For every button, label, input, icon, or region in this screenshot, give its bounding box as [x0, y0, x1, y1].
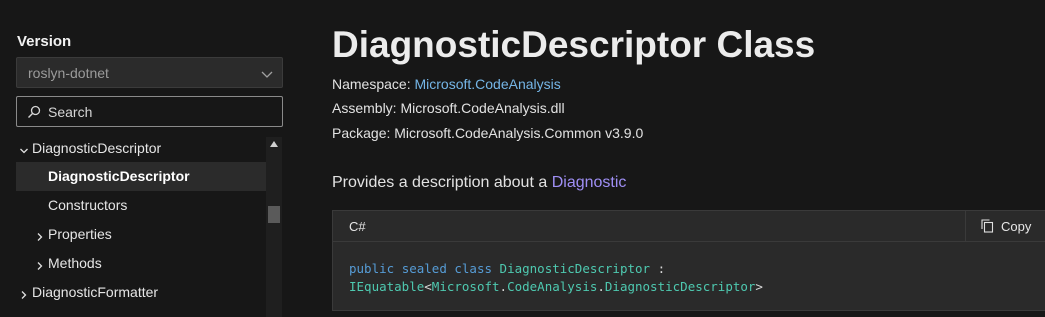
- code-type: Microsoft: [431, 279, 500, 294]
- search-placeholder: Search: [48, 104, 93, 120]
- toc-item-diagnosticdescriptor-class[interactable]: DiagnosticDescriptor: [16, 162, 266, 191]
- version-label: Version: [17, 33, 72, 50]
- code-type: IEquatable: [349, 279, 425, 294]
- version-select-value: roslyn-dotnet: [28, 65, 109, 81]
- search-input[interactable]: Search: [16, 96, 283, 127]
- chevron-right-icon: [35, 229, 45, 241]
- toc-scrollbar[interactable]: [266, 137, 282, 317]
- code-snippet: public sealed class DiagnosticDescriptor…: [349, 260, 763, 296]
- package-label: Package:: [332, 125, 391, 141]
- page-title: DiagnosticDescriptor Class: [332, 24, 816, 65]
- sidebar: Version roslyn-dotnet Search DiagnosticD…: [0, 0, 300, 317]
- scroll-up-arrow-icon[interactable]: [270, 141, 278, 147]
- code-keyword: public: [349, 261, 395, 276]
- main-content: DiagnosticDescriptor Class Namespace: Mi…: [332, 0, 1045, 317]
- diagnostic-link[interactable]: Diagnostic: [552, 174, 627, 191]
- chevron-right-icon: [19, 287, 29, 299]
- code-block-header: C# Copy: [333, 211, 1045, 242]
- copy-icon: [981, 219, 994, 233]
- package-row: Package: Microsoft.CodeAnalysis.Common v…: [332, 125, 643, 141]
- toc-item-diagnosticdescriptor[interactable]: DiagnosticDescriptor: [16, 134, 266, 163]
- chevron-down-icon: [19, 143, 29, 154]
- toc-item-constructors[interactable]: Constructors: [16, 191, 266, 220]
- toc-item-label: DiagnosticFormatter: [32, 284, 159, 300]
- code-punct: :: [657, 261, 666, 276]
- code-punct: .: [597, 279, 605, 294]
- chevron-right-icon: [35, 258, 45, 270]
- assembly-row: Assembly: Microsoft.CodeAnalysis.dll: [332, 100, 565, 116]
- package-value: Microsoft.CodeAnalysis.Common v3.9.0: [394, 125, 644, 141]
- toc-item-properties[interactable]: Properties: [16, 220, 266, 249]
- version-select[interactable]: roslyn-dotnet: [16, 57, 283, 88]
- code-type: DiagnosticDescriptor: [604, 279, 756, 294]
- summary-description: Provides a description about a Diagnosti…: [332, 174, 626, 192]
- toc-item-methods[interactable]: Methods: [16, 249, 266, 278]
- assembly-value: Microsoft.CodeAnalysis.dll: [400, 100, 565, 116]
- toc-item-label: Properties: [48, 226, 112, 242]
- copy-label: Copy: [1001, 219, 1032, 234]
- code-punct: >: [755, 279, 763, 294]
- code-block: C# Copy public sealed class DiagnosticDe…: [332, 210, 1045, 311]
- code-punct: .: [499, 279, 508, 294]
- code-keyword: sealed: [401, 261, 447, 276]
- assembly-label: Assembly:: [332, 100, 397, 116]
- scrollbar-thumb[interactable]: [268, 206, 280, 223]
- namespace-link[interactable]: Microsoft.CodeAnalysis: [414, 76, 560, 92]
- toc-item-label: Constructors: [48, 197, 128, 213]
- namespace-row: Namespace: Microsoft.CodeAnalysis: [332, 76, 561, 92]
- code-keyword: class: [454, 261, 493, 276]
- toc-item-label: DiagnosticDescriptor: [48, 168, 190, 184]
- code-type: DiagnosticDescriptor: [499, 261, 651, 276]
- copy-button[interactable]: Copy: [965, 211, 1045, 242]
- toc-item-label: Methods: [48, 255, 102, 271]
- description-text: Provides a description about a: [332, 174, 548, 191]
- code-type: CodeAnalysis: [507, 279, 598, 294]
- search-icon: [27, 105, 41, 119]
- toc-item-diagnosticformatter[interactable]: DiagnosticFormatter: [16, 278, 266, 307]
- namespace-label: Namespace:: [332, 76, 411, 92]
- docs-page: Version roslyn-dotnet Search DiagnosticD…: [0, 0, 1045, 317]
- chevron-down-icon: [261, 67, 273, 79]
- toc-item-label: DiagnosticDescriptor: [32, 140, 162, 156]
- code-language-label: C#: [349, 219, 366, 234]
- code-punct: <: [424, 279, 432, 294]
